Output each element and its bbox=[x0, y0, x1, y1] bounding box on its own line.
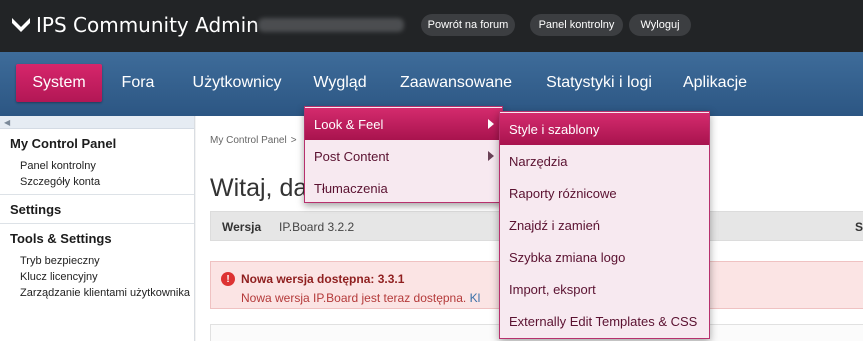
back-to-forum-button[interactable]: Powrót na forum bbox=[421, 14, 515, 36]
sidebar-link-user-clients[interactable]: Zarządzanie klientami użytkownika bbox=[0, 285, 194, 301]
submenu-item-tools[interactable]: Narzędzia bbox=[500, 145, 709, 177]
dropdown-item-label: Post Content bbox=[314, 148, 390, 164]
alert-icon: ! bbox=[221, 272, 235, 286]
breadcrumb-separator: > bbox=[290, 135, 297, 146]
nav-advanced[interactable]: Zaawansowane bbox=[391, 64, 521, 102]
dropdown-item-label: Look & Feel bbox=[314, 116, 384, 132]
sidebar-heading-tools-settings: Tools & Settings bbox=[10, 231, 112, 246]
sidebar-heading-my-control-panel: My Control Panel bbox=[10, 136, 117, 151]
page-title: Witaj, da bbox=[210, 174, 308, 202]
look-feel-submenu: Style i szablony Narzędzia Raporty różni… bbox=[499, 111, 710, 339]
look-dropdown-menu: Look & Feel Post Content Tłumaczenia bbox=[304, 106, 503, 203]
logout-button[interactable]: Wyloguj bbox=[629, 14, 691, 36]
submenu-arrow-icon bbox=[488, 151, 494, 161]
chevron-logo-icon bbox=[12, 18, 30, 32]
sidebar-heading-settings[interactable]: Settings bbox=[0, 195, 194, 224]
sidebar-link-control-panel[interactable]: Panel kontrolny bbox=[0, 158, 194, 174]
sidebar-link-account-details[interactable]: Szczegóły konta bbox=[0, 174, 194, 190]
submenu-item-find-replace[interactable]: Znajdź i zamień bbox=[500, 209, 709, 241]
version-right-label: S bbox=[854, 220, 863, 234]
sidebar-collapse-bar[interactable]: ◀ bbox=[0, 116, 194, 129]
submenu-item-import-export[interactable]: Import, eksport bbox=[500, 273, 709, 305]
sidebar: ◀ My Control Panel Panel kontrolny Szcze… bbox=[0, 116, 195, 341]
nav-look[interactable]: Wygląd bbox=[303, 64, 377, 102]
app-title: IPS Community Admin bbox=[36, 13, 259, 37]
control-panel-button[interactable]: Panel kontrolny bbox=[530, 14, 623, 36]
alert-text: Nowa wersja IP.Board jest teraz dostępna… bbox=[241, 291, 480, 305]
sidebar-link-license-key[interactable]: Klucz licencyjny bbox=[0, 269, 194, 285]
nav-users[interactable]: Użytkownicy bbox=[184, 64, 290, 102]
dropdown-item-label: Tłumaczenia bbox=[314, 180, 388, 196]
breadcrumb: My Control Panel > bbox=[210, 135, 297, 146]
blurred-welcome-text bbox=[258, 18, 404, 32]
submenu-item-styles-templates[interactable]: Style i szablony bbox=[500, 113, 709, 145]
dropdown-item-post-content[interactable]: Post Content bbox=[305, 140, 502, 172]
breadcrumb-item[interactable]: My Control Panel bbox=[210, 135, 287, 146]
submenu-item-external-edit[interactable]: Externally Edit Templates & CSS bbox=[500, 305, 709, 337]
nav-stats-logs[interactable]: Statystyki i logi bbox=[536, 64, 662, 102]
alert-message: Nowa wersja IP.Board jest teraz dostępna… bbox=[241, 291, 467, 305]
submenu-arrow-icon bbox=[488, 119, 494, 129]
nav-system[interactable]: System bbox=[16, 64, 102, 102]
sidebar-link-safe-mode[interactable]: Tryb bezpieczny bbox=[0, 253, 194, 269]
top-bar: IPS Community Admin Powrót na forum Pane… bbox=[0, 0, 863, 52]
collapse-arrow-icon[interactable]: ◀ bbox=[4, 118, 10, 127]
version-label: Wersja bbox=[222, 220, 262, 234]
alert-title: Nowa wersja dostępna: 3.3.1 bbox=[241, 272, 405, 286]
dropdown-item-look-feel[interactable]: Look & Feel bbox=[305, 108, 502, 140]
submenu-item-quick-logo-change[interactable]: Szybka zmiana logo bbox=[500, 241, 709, 273]
nav-applications[interactable]: Aplikacje bbox=[675, 64, 755, 102]
alert-link[interactable]: Kl bbox=[470, 291, 481, 305]
version-value: IP.Board 3.2.2 bbox=[279, 220, 355, 234]
app-logo[interactable]: IPS Community Admin bbox=[10, 12, 259, 38]
dropdown-item-translations[interactable]: Tłumaczenia bbox=[305, 172, 502, 204]
sidebar-block-mcp: My Control Panel Panel kontrolny Szczegó… bbox=[0, 129, 194, 195]
submenu-item-diff-reports[interactable]: Raporty różnicowe bbox=[500, 177, 709, 209]
nav-forums[interactable]: Fora bbox=[118, 64, 158, 102]
